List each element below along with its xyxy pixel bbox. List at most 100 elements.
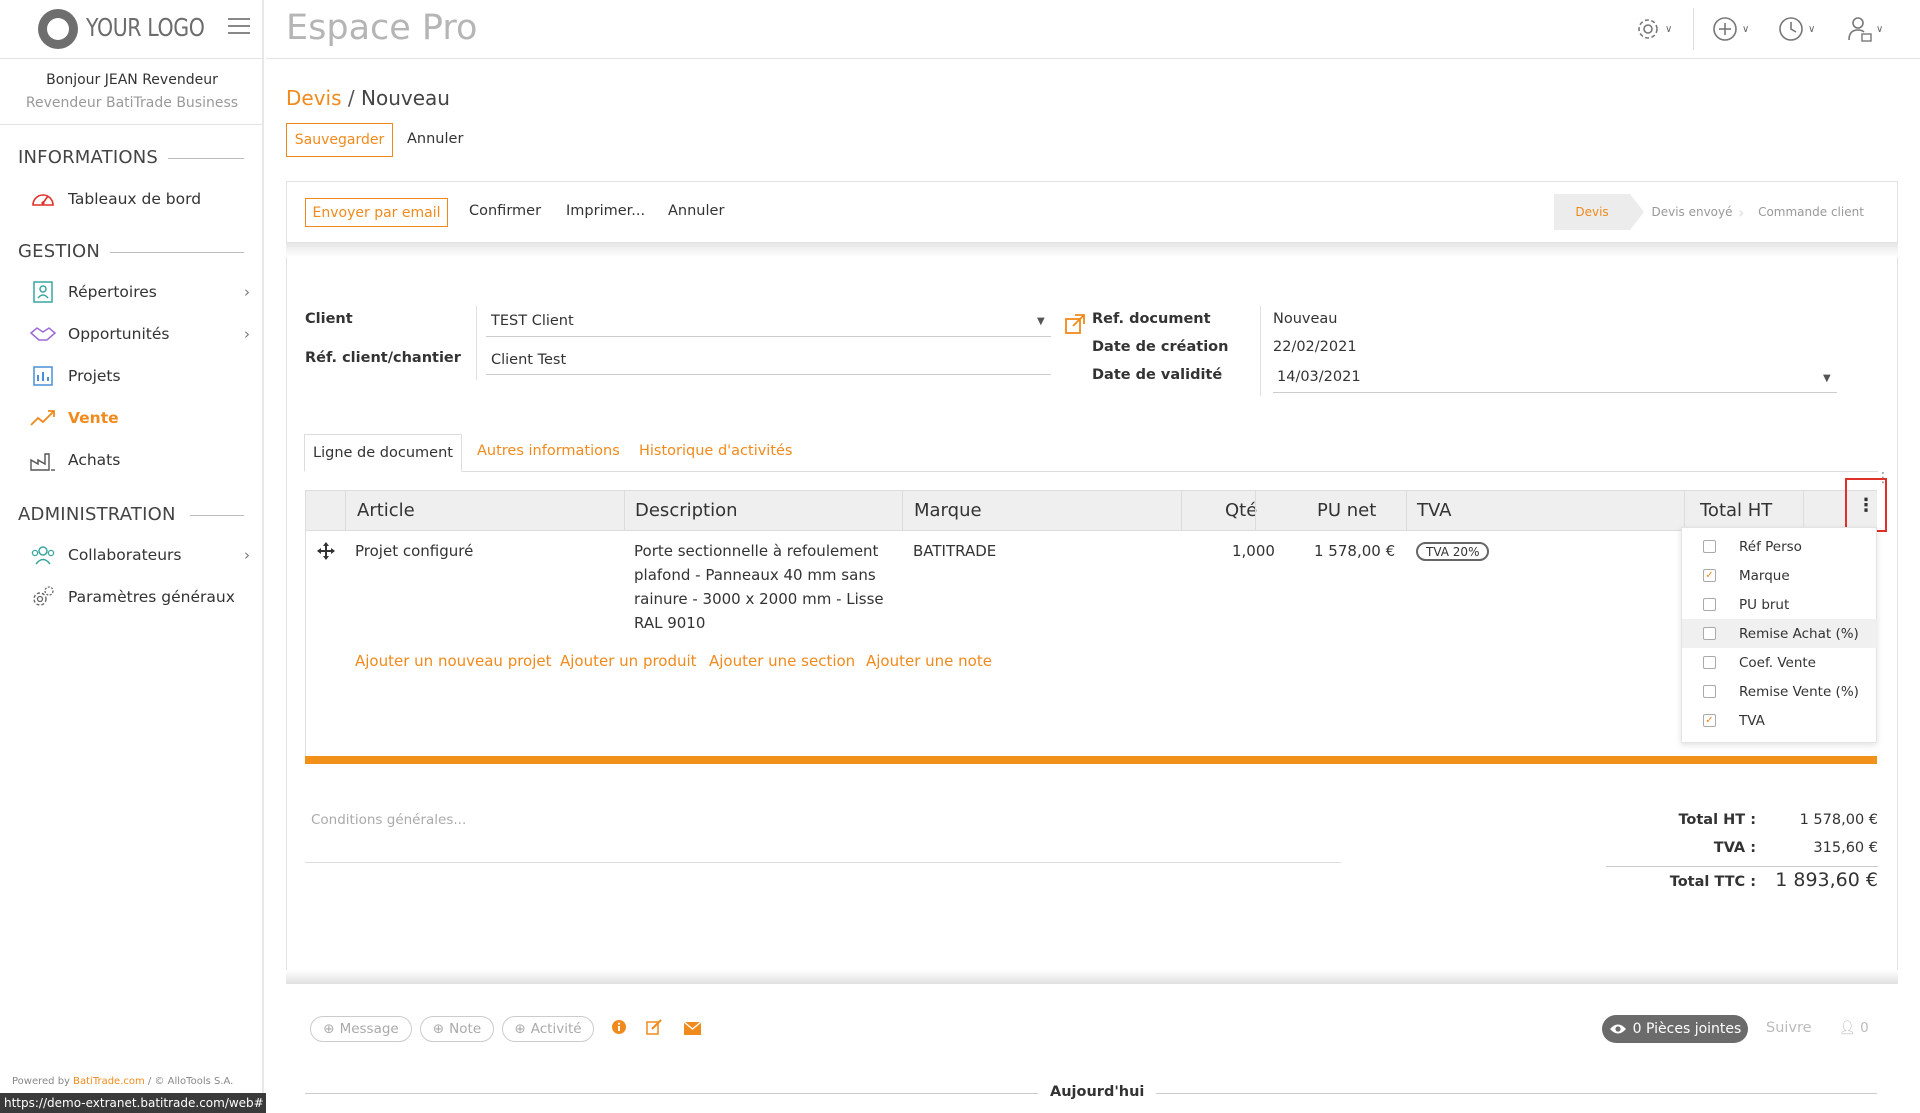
cancel-quote-button[interactable]: Annuler <box>668 203 724 219</box>
follow-button[interactable]: Suivre <box>1766 1020 1812 1036</box>
breadcrumb-parent-link[interactable]: Devis <box>286 86 342 110</box>
plus-circle-icon: ⊕ <box>514 1021 526 1037</box>
edit-icon[interactable] <box>646 1019 663 1039</box>
sidebar-item-collaborateurs[interactable]: Collaborateurs › <box>28 539 250 571</box>
checkbox[interactable] <box>1703 598 1716 611</box>
checkbox[interactable] <box>1703 627 1716 640</box>
tab-historique-activites[interactable]: Historique d'activités <box>639 443 793 459</box>
row-marque[interactable]: BATITRADE <box>913 542 996 560</box>
row-qte[interactable]: 1,000 <box>1232 542 1275 560</box>
col-header-qte[interactable]: Qté <box>1225 490 1257 531</box>
field-underline <box>486 374 1051 375</box>
row-article[interactable]: Projet configuré <box>355 542 473 560</box>
col-header-article[interactable]: Article <box>357 490 415 531</box>
add-product-link[interactable]: Ajouter un produit <box>560 652 697 670</box>
log-note-button[interactable]: ⊕ Note <box>420 1016 494 1042</box>
clock-icon <box>1779 17 1803 41</box>
column-option-label: Marque <box>1739 567 1790 584</box>
column-separator <box>1803 490 1804 531</box>
col-header-pu-net[interactable]: PU net <box>1317 490 1376 531</box>
print-button[interactable]: Imprimer... <box>566 203 645 219</box>
stage-devis-envoye[interactable]: Devis envoyé <box>1644 194 1740 230</box>
sidebar-item-repertoires[interactable]: Répertoires › <box>28 276 250 308</box>
divider <box>1693 8 1694 50</box>
send-email-button[interactable]: Envoyer par email <box>305 198 448 227</box>
user-menu-button[interactable]: ∨ <box>1847 14 1883 44</box>
column-options-menu: Réf Perso ✓ Marque PU brut Remise Achat (… <box>1681 527 1878 743</box>
sidebar-item-label: Opportunités <box>68 325 170 343</box>
vertical-dots-icon: ⋮ <box>1857 494 1875 516</box>
add-note-link[interactable]: Ajouter une note <box>866 652 992 670</box>
checkbox[interactable] <box>1703 685 1716 698</box>
create-menu-button[interactable]: ∨ <box>1711 14 1749 44</box>
sidebar-item-vente[interactable]: Vente <box>28 402 250 434</box>
confirm-button[interactable]: Confirmer <box>469 203 541 219</box>
checkbox-checked[interactable]: ✓ <box>1703 714 1716 727</box>
divider <box>0 124 264 125</box>
table-left-border <box>305 490 306 756</box>
column-option-tva[interactable]: ✓ TVA <box>1682 706 1878 735</box>
sidebar-item-label: Paramètres généraux <box>68 588 235 606</box>
external-link-icon[interactable] <box>1064 313 1086 339</box>
schedule-activity-button[interactable]: ⊕ Activité <box>502 1016 594 1042</box>
checkbox-checked[interactable]: ✓ <box>1703 569 1716 582</box>
column-option-remise-achat[interactable]: Remise Achat (%) <box>1682 619 1878 648</box>
activity-menu-button[interactable]: ∨ <box>1777 14 1815 44</box>
client-select[interactable]: TEST Client <box>491 313 574 329</box>
date-validite-label: Date de validité <box>1092 367 1223 383</box>
col-header-tva[interactable]: TVA <box>1417 490 1451 531</box>
column-option-remise-vente[interactable]: Remise Vente (%) <box>1682 677 1878 706</box>
col-header-description[interactable]: Description <box>635 490 738 531</box>
dropdown-caret-icon[interactable]: ▼ <box>1823 373 1831 384</box>
breadcrumb-separator: / <box>347 86 355 110</box>
sidebar-item-achats[interactable]: Achats <box>28 444 250 476</box>
logo-icon[interactable] <box>38 9 78 49</box>
chevron-right-icon: › <box>244 546 250 564</box>
column-option-ref-perso[interactable]: Réf Perso <box>1682 532 1878 561</box>
checkbox[interactable] <box>1703 540 1716 553</box>
column-option-marque[interactable]: ✓ Marque <box>1682 561 1878 590</box>
row-pu-net[interactable]: 1 578,00 € <box>1314 542 1395 560</box>
dropdown-caret-icon[interactable]: ▼ <box>1037 316 1045 327</box>
column-options-button[interactable]: ⋮ <box>1845 478 1887 532</box>
row-description[interactable]: Porte sectionnelle à refoulement plafond… <box>634 539 894 635</box>
column-option-coef-vente[interactable]: Coef. Vente <box>1682 648 1878 677</box>
powered-prefix: Powered by <box>12 1076 74 1087</box>
col-header-marque[interactable]: Marque <box>914 490 982 531</box>
date-validite-input[interactable]: 14/03/2021 <box>1277 369 1361 385</box>
stage-commande-client[interactable]: Commande client <box>1752 194 1870 230</box>
add-project-link[interactable]: Ajouter un nouveau projet <box>355 652 552 670</box>
column-option-pu-brut[interactable]: PU brut <box>1682 590 1878 619</box>
column-option-label: TVA <box>1739 712 1765 729</box>
hamburger-menu-icon[interactable] <box>228 18 250 36</box>
plus-circle-icon <box>1713 17 1737 41</box>
tva-badge[interactable]: TVA 20% <box>1416 542 1490 561</box>
cancel-button[interactable]: Annuler <box>407 131 463 147</box>
send-message-button[interactable]: ⊕ Message <box>310 1016 412 1042</box>
tab-autres-informations[interactable]: Autres informations <box>477 443 620 459</box>
tab-bar-line <box>304 471 1878 472</box>
powered-brand-link[interactable]: BatiTrade.com <box>73 1076 145 1087</box>
conditions-textarea[interactable]: Conditions générales... <box>311 812 466 828</box>
envelope-icon[interactable] <box>683 1021 702 1039</box>
chevron-down-icon: ∨ <box>1665 23 1673 35</box>
logo-text[interactable]: YOUR LOGO <box>86 13 205 42</box>
user-lock-icon <box>1848 17 1872 42</box>
col-header-total-ht[interactable]: Total HT <box>1700 490 1772 531</box>
sidebar-item-opportunites[interactable]: Opportunités › <box>28 318 250 350</box>
settings-menu-button[interactable]: ∨ <box>1634 14 1672 44</box>
info-icon[interactable] <box>611 1019 627 1039</box>
tab-ligne-document[interactable]: Ligne de document <box>304 434 462 472</box>
stage-devis[interactable]: Devis <box>1554 194 1644 230</box>
save-button[interactable]: Sauvegarder <box>286 123 393 157</box>
sidebar-item-tableaux[interactable]: Tableaux de bord <box>28 183 250 215</box>
ref-client-input[interactable]: Client Test <box>491 352 566 368</box>
sidebar-item-projets[interactable]: Projets <box>28 360 250 392</box>
checkbox[interactable] <box>1703 656 1716 669</box>
column-separator <box>1255 490 1256 531</box>
add-section-link[interactable]: Ajouter une section <box>709 652 855 670</box>
followers-button[interactable]: 👤︎ 0 <box>1839 1020 1869 1036</box>
drag-handle-icon[interactable] <box>317 542 335 564</box>
sidebar-item-parametres[interactable]: Paramètres généraux <box>28 581 250 613</box>
attachments-button[interactable]: 0 Pièces jointes <box>1602 1015 1748 1043</box>
